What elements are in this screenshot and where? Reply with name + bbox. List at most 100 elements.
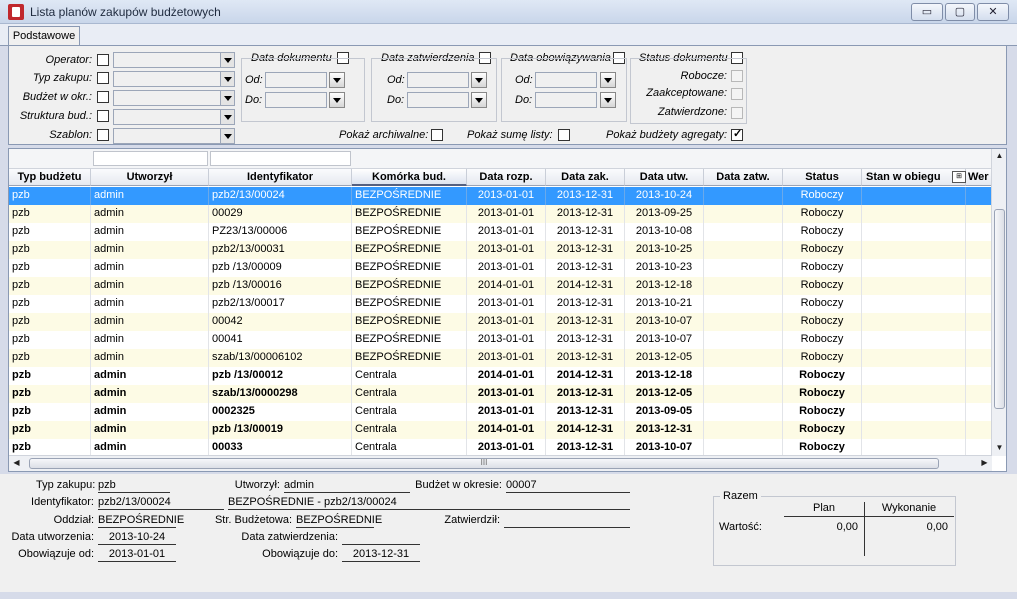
pokaz-archiwalne-checkbox[interactable] [431, 129, 443, 141]
obowiazuje-do-detail-label: Obowiązuje do: [262, 548, 338, 560]
column-header-identyfikator[interactable]: Identyfikator [209, 169, 352, 186]
pokaz-agregaty-checkbox[interactable] [731, 127, 743, 141]
calendar-icon[interactable] [600, 72, 616, 88]
column-header-wer[interactable]: Wer [966, 169, 992, 186]
close-button[interactable]: ✕ [977, 3, 1009, 21]
str-budzetowa-value: BEZPOŚREDNIE [296, 514, 383, 528]
chevron-down-icon[interactable] [220, 91, 234, 105]
table-row[interactable]: pzb admin pzb /13/00019 Centrala 2014-01-01 2… [9, 421, 992, 439]
column-header-status[interactable]: Status [783, 169, 862, 186]
pokaz-sume-checkbox[interactable] [558, 129, 570, 141]
cell-utworzyl: admin [91, 313, 209, 331]
table-row[interactable]: pzb admin 0002325 Centrala 2013-01-01 2013-12… [9, 403, 992, 421]
data-obowiazywania-od-input[interactable] [535, 72, 597, 88]
data-dokumentu-do-input[interactable] [265, 92, 327, 108]
struktura-combo[interactable] [113, 109, 235, 125]
cell-data-zak: 2013-12-31 [546, 241, 625, 259]
szablon-checkbox[interactable] [97, 129, 109, 141]
operator-checkbox[interactable] [97, 54, 109, 66]
cell-data-zatw [704, 349, 783, 367]
column-header-data-zak[interactable]: Data zak. [546, 169, 625, 186]
oddzial-detail-label: Oddział: [53, 514, 94, 526]
cell-data-zatw [704, 385, 783, 403]
column-header-komorka-bud[interactable]: Komórka bud. [352, 169, 467, 186]
plans-grid: Typ budżetu Utworzył Identyfikator Komórka … [8, 148, 1007, 472]
budzet-checkbox[interactable] [97, 91, 109, 103]
typ-zakupu-checkbox[interactable] [97, 72, 109, 84]
maximize-button[interactable]: ▢ [945, 3, 975, 21]
scroll-left-icon[interactable]: ◀ [9, 456, 24, 471]
column-header-typ-budzetu[interactable]: Typ budżetu [9, 169, 91, 186]
utworzyl-filter-input[interactable] [93, 151, 208, 166]
budzet-combo[interactable] [113, 90, 235, 106]
cell-data-zatw [704, 187, 783, 205]
zatwierdzone-checkbox[interactable] [731, 107, 743, 119]
cell-komorka-bud: Centrala [352, 367, 467, 385]
cell-data-zak: 2014-12-31 [546, 421, 625, 439]
table-row[interactable]: pzb admin pzb /13/00016 BEZPOŚREDNIE 2014-01… [9, 277, 992, 295]
chevron-down-icon[interactable] [220, 110, 234, 124]
vertical-scrollbar[interactable]: ▲ ▼ [991, 149, 1006, 456]
calendar-icon[interactable] [329, 72, 345, 88]
horizontal-scroll-thumb[interactable]: III [29, 458, 939, 469]
table-row[interactable]: pzb admin pzb2/13/00017 BEZPOŚREDNIE 2013-01… [9, 295, 992, 313]
calendar-icon[interactable] [329, 92, 345, 108]
identyfikator-detail-label: Identyfikator: [31, 496, 94, 508]
robocze-checkbox[interactable] [731, 70, 743, 82]
cell-komorka-bud: BEZPOŚREDNIE [352, 205, 467, 223]
minimize-button[interactable]: ▭ [911, 3, 943, 21]
cell-komorka-bud: BEZPOŚREDNIE [352, 331, 467, 349]
cell-data-zatw [704, 241, 783, 259]
column-chooser-icon[interactable]: ⊞ [952, 171, 966, 183]
scroll-right-icon[interactable]: ▶ [977, 456, 992, 471]
cell-data-rozp: 2013-01-01 [467, 385, 546, 403]
operator-label: Operator: [45, 54, 92, 66]
data-zatwierdzenia-od-input[interactable] [407, 72, 469, 88]
typ-zakupu-combo[interactable] [113, 71, 235, 87]
cell-komorka-bud: Centrala [352, 385, 467, 403]
struktura-checkbox[interactable] [97, 110, 109, 122]
operator-combo[interactable] [113, 52, 235, 68]
table-row[interactable]: pzb admin szab/13/00006102 BEZPOŚREDNIE 2013… [9, 349, 992, 367]
column-header-data-zatw[interactable]: Data zatw. [704, 169, 783, 186]
column-header-stan-w-obiegu[interactable]: Stan w obiegu [862, 169, 966, 186]
calendar-icon[interactable] [600, 92, 616, 108]
calendar-icon[interactable] [471, 92, 487, 108]
table-row[interactable]: pzb admin 00042 BEZPOŚREDNIE 2013-01-01 2013-… [9, 313, 992, 331]
data-zatwierdzenia-do-input[interactable] [407, 92, 469, 108]
tab-podstawowe[interactable]: Podstawowe [8, 26, 80, 47]
data-dokumentu-od-input[interactable] [265, 72, 327, 88]
scroll-up-icon[interactable]: ▲ [992, 149, 1006, 164]
data-zatwierdzenia-detail-label: Data zatwierdzenia: [241, 531, 338, 543]
cell-stan-w-obiegu [862, 187, 966, 205]
chevron-down-icon[interactable] [220, 53, 234, 67]
zaakceptowane-checkbox[interactable] [731, 88, 743, 100]
identyfikator-filter-input[interactable] [210, 151, 351, 166]
table-row[interactable]: pzb admin PZ23/13/00006 BEZPOŚREDNIE 2013-01… [9, 223, 992, 241]
obowiazuje-do-value: 2013-12-31 [342, 548, 420, 562]
table-row[interactable]: pzb admin pzb2/13/00024 BEZPOŚREDNIE 2013-01… [9, 187, 992, 205]
cell-stan-w-obiegu [862, 331, 966, 349]
chevron-down-icon[interactable] [220, 129, 234, 143]
table-row[interactable]: pzb admin 00041 BEZPOŚREDNIE 2013-01-01 2013-… [9, 331, 992, 349]
data-obowiazywania-do-input[interactable] [535, 92, 597, 108]
pokaz-archiwalne-label: Pokaż archiwalne: [339, 129, 429, 141]
table-row[interactable]: pzb admin szab/13/0000298 Centrala 2013-01-0… [9, 385, 992, 403]
column-header-data-utw[interactable]: Data utw. [625, 169, 704, 186]
scroll-down-icon[interactable]: ▼ [992, 441, 1006, 456]
column-header-data-rozp[interactable]: Data rozp. [467, 169, 546, 186]
horizontal-scrollbar[interactable]: ◀ III ▶ [9, 455, 992, 471]
cell-utworzyl: admin [91, 331, 209, 349]
table-row[interactable]: pzb admin pzb2/13/00031 BEZPOŚREDNIE 2013-01… [9, 241, 992, 259]
table-row[interactable]: pzb admin pzb /13/00009 BEZPOŚREDNIE 2013-01… [9, 259, 992, 277]
cell-typ-budzetu: pzb [9, 295, 91, 313]
szablon-combo[interactable] [113, 128, 235, 144]
column-header-utworzyl[interactable]: Utworzył [91, 169, 209, 186]
cell-identyfikator: pzb2/13/00024 [209, 187, 352, 205]
cell-identyfikator: 0002325 [209, 403, 352, 421]
calendar-icon[interactable] [471, 72, 487, 88]
table-row[interactable]: pzb admin pzb /13/00012 Centrala 2014-01-01 2… [9, 367, 992, 385]
table-row[interactable]: pzb admin 00029 BEZPOŚREDNIE 2013-01-01 2013-… [9, 205, 992, 223]
chevron-down-icon[interactable] [220, 72, 234, 86]
vertical-scroll-thumb[interactable] [994, 209, 1005, 409]
